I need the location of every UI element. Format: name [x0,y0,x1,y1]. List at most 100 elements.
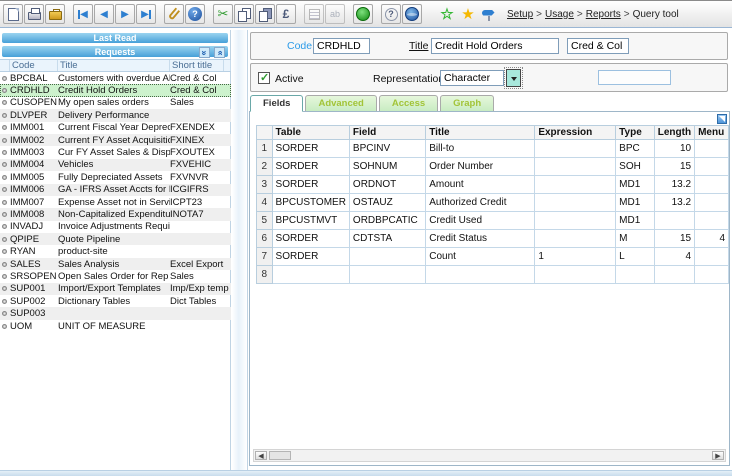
tab-graph[interactable]: Graph [440,95,495,112]
grid-cell-table[interactable]: BPCUSTOMER [271,193,350,212]
request-list-item[interactable]: RYAN product-site [0,245,231,257]
horizontal-scrollbar[interactable]: ◀ ▶ [253,449,726,462]
grid-cell-menu[interactable] [694,265,729,284]
grid-row-number[interactable]: 8 [256,265,273,284]
grid-cell-type[interactable]: SOH [615,157,655,176]
request-list-item[interactable]: INVADJ Invoice Adjustments Required [0,221,231,233]
active-checkbox[interactable] [258,71,270,84]
grid-cell-type[interactable]: M [615,229,655,248]
grid-cell-table[interactable]: SORDER [271,139,350,158]
grid-cell-expression[interactable] [534,211,617,230]
grid-cell-type[interactable]: MD1 [615,193,655,212]
print-button[interactable] [24,4,44,24]
grid-cell-menu[interactable] [694,247,729,266]
grid-column-expression[interactable]: Expression [534,125,617,140]
grid-cell-field[interactable]: CDTSTA [348,229,427,248]
copy-button[interactable] [234,4,254,24]
grid-expand-icon[interactable] [717,114,727,124]
requests-header[interactable]: Requests [1,45,229,58]
cut-button[interactable] [213,4,233,24]
grid-cell-menu[interactable] [694,193,729,212]
yellow-star-button[interactable] [458,4,478,24]
question-button[interactable] [381,4,401,24]
grid-row-number[interactable]: 5 [256,211,273,230]
request-list-item[interactable]: IMM004 Vehicles FXVEHIC [0,158,231,172]
request-list-item[interactable]: IMM008 Non-Capitalized ExpendituresINOTA7 [0,208,231,221]
grid-cell-expression[interactable] [534,175,617,194]
previous-record-button[interactable]: ◀ [94,4,114,24]
grid-cell-title[interactable]: Order Number [425,157,536,176]
grid-cell-length[interactable]: 4 [653,247,696,266]
grid-column-title[interactable]: Title [425,125,536,140]
request-list-item[interactable]: IMM007 Expense Asset not in Service ICPT23 [0,196,231,208]
grid-cell-menu[interactable] [694,211,729,230]
representation-dropdown-button[interactable] [504,67,523,89]
request-list-item[interactable]: IMM005 Fully Depreciated Assets FXVNVR [0,171,231,183]
request-list-item[interactable]: SUP001 Import/Export Templates Imp/Exp tem… [0,282,231,296]
grid-cell-title[interactable]: Credit Status [425,229,536,248]
grid-cell-expression[interactable] [534,229,617,248]
request-list-item[interactable]: QPIPE Quote Pipeline [0,233,231,246]
paste-button[interactable] [255,4,275,24]
next-record-button[interactable]: ▶ [115,4,135,24]
scroll-left-icon[interactable]: ◀ [255,451,267,460]
grid-cell-table[interactable]: BPCUSTMVT [271,211,350,230]
grid-column-length[interactable]: Length [653,125,696,140]
globe-button[interactable] [402,4,422,24]
grid-cell-menu[interactable] [694,175,729,194]
grid-cell-length[interactable] [653,211,696,230]
request-list-item[interactable]: CRDHLD Credit Hold Orders Cred & Col [0,84,231,97]
grid-cell-menu[interactable]: 4 [694,229,729,248]
grid-cell-length[interactable]: 13.2 [653,175,696,194]
request-list-item[interactable]: SUP002 Dictionary Tables Dict Tables [0,295,231,307]
scroll-right-icon[interactable]: ▶ [712,451,724,460]
last-read-header[interactable]: Last Read [1,32,229,44]
panel-splitter[interactable] [232,30,248,476]
green-globe-button[interactable] [353,4,373,24]
grid-cell-type[interactable]: L [615,247,655,266]
grid-cell-menu[interactable] [694,139,729,158]
grid-cell-field[interactable] [348,247,427,266]
short-title-input[interactable] [567,38,629,54]
currency-button[interactable] [276,4,296,24]
grid-column-field[interactable]: Field [348,125,427,140]
grid-cell-type[interactable]: BPC [615,139,655,158]
grid-cell-length[interactable]: 15 [653,157,696,176]
chevron-double-down-icon[interactable] [199,47,210,58]
grid-cell-title[interactable]: Bill-to [425,139,536,158]
grid-cell-type[interactable]: MD1 [615,211,655,230]
grid-column-menu[interactable]: Menu [694,125,729,140]
request-list-item[interactable]: SRSOPEN Open Sales Order for Rep Sales [0,270,231,282]
tab-fields[interactable]: Fields [250,95,304,112]
grid-cell-field[interactable] [348,265,427,284]
grid-cell-length[interactable]: 10 [653,139,696,158]
grid-cell-expression[interactable] [534,265,617,284]
tab-access[interactable]: Access [378,95,439,112]
request-list-item[interactable]: DLVPER Delivery Performance [0,109,231,122]
grid-cell-title[interactable]: Count [425,247,536,266]
tab-advanced[interactable]: Advanced [305,95,377,112]
grid-cell-title[interactable]: Authorized Credit [425,193,536,212]
grid-cell-table[interactable] [271,265,350,284]
grid-cell-field[interactable]: OSTAUZ [348,193,427,212]
attachment-button[interactable] [164,4,184,24]
breadcrumb-item-reports[interactable]: Reports [586,9,621,20]
last-record-button[interactable]: ▶ [136,4,156,24]
breadcrumb-item-usage[interactable]: Usage [545,9,574,20]
grid-cell-table[interactable]: SORDER [271,175,350,194]
grid-row-number[interactable]: 6 [256,229,273,248]
grid-cell-expression[interactable] [534,139,617,158]
chevron-double-up-icon[interactable] [214,47,225,58]
list-header-title[interactable]: Title [58,60,170,71]
briefcase-button[interactable] [45,4,65,24]
representation-select[interactable] [440,70,504,86]
grid-cell-field[interactable]: ORDNOT [348,175,427,194]
request-list-item[interactable]: UOM UNIT OF MEASURE [0,320,231,332]
first-record-button[interactable]: ◀ [73,4,93,24]
list-header-short-title[interactable]: Short title [170,60,224,71]
scrollbar-thumb[interactable] [269,451,291,460]
help-ball-button[interactable] [185,4,205,24]
green-star-button[interactable] [437,4,457,24]
request-list-item[interactable]: BPCBAL Customers with overdue AR Cred & Co… [0,72,231,84]
grid-cell-field[interactable]: ORDBPCATIC [348,211,427,230]
